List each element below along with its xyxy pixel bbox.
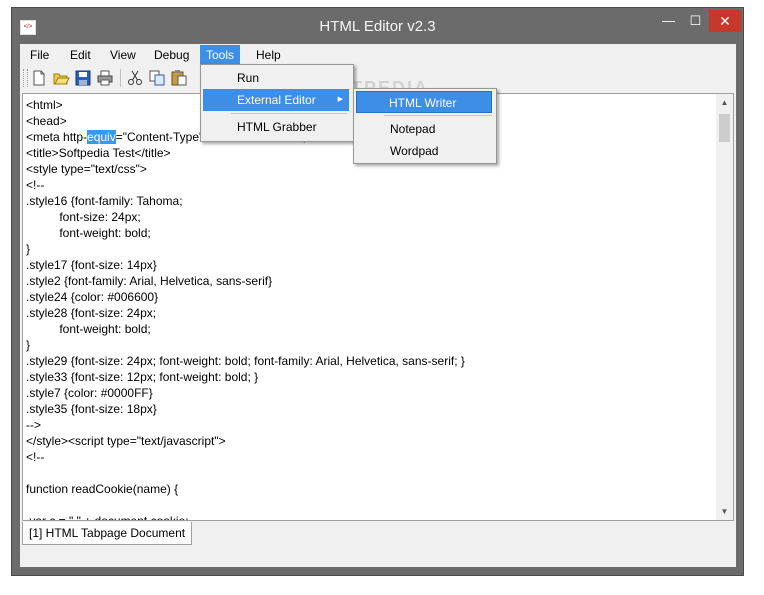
tools-menu: Run External Editor ▶ HTML Grabber xyxy=(200,64,354,142)
menu-item-external-editor[interactable]: External Editor ▶ xyxy=(203,89,349,111)
toolbar-separator xyxy=(120,69,121,87)
menu-item-html-writer[interactable]: HTML Writer xyxy=(356,91,492,113)
menu-item-label: External Editor xyxy=(237,93,316,107)
cut-icon[interactable] xyxy=(126,69,144,87)
code-line: <!-- xyxy=(26,178,45,192)
menu-edit[interactable]: Edit xyxy=(64,47,97,64)
menu-file[interactable]: File xyxy=(24,47,55,64)
code-line: .style16 {font-family: Tahoma; xyxy=(26,194,183,208)
title-bar[interactable]: </> HTML Editor v2.3 — ☐ ✕ xyxy=(12,8,743,44)
code-line: font-weight: bold; xyxy=(26,322,151,336)
code-line: .style33 {font-size: 12px; font-weight: … xyxy=(26,370,259,384)
menu-item-label: Wordpad xyxy=(390,144,439,158)
submenu-arrow-icon: ▶ xyxy=(337,96,343,103)
scroll-down-icon[interactable]: ▼ xyxy=(716,503,733,520)
code-line: .style2 {font-family: Arial, Helvetica, … xyxy=(26,274,273,288)
menu-item-label: Notepad xyxy=(390,122,436,136)
maximize-button[interactable]: ☐ xyxy=(682,10,709,32)
scroll-up-icon[interactable]: ▲ xyxy=(716,94,733,111)
menu-separator xyxy=(384,115,492,116)
menu-item-label: Run xyxy=(237,71,260,85)
code-line: } xyxy=(26,242,31,256)
selected-text: equiv xyxy=(87,130,116,144)
open-folder-icon[interactable] xyxy=(52,69,70,87)
copy-icon[interactable] xyxy=(148,69,166,87)
close-button[interactable]: ✕ xyxy=(709,10,741,32)
menu-bar: File Edit View Debug Tools Help xyxy=(20,44,736,65)
paste-icon[interactable] xyxy=(170,69,188,87)
window-title: HTML Editor v2.3 xyxy=(319,18,436,35)
code-line: --> xyxy=(26,418,41,432)
menu-help[interactable]: Help xyxy=(250,47,287,64)
new-file-icon[interactable] xyxy=(30,69,48,87)
toolbar-grip[interactable] xyxy=(23,69,28,87)
save-icon[interactable] xyxy=(74,69,92,87)
code-line: var c = " " + document.cookie; xyxy=(26,514,189,521)
menu-separator xyxy=(231,113,347,114)
code-line: function readCookie(name) { xyxy=(26,482,179,496)
code-line: .style29 {font-size: 24px; font-weight: … xyxy=(26,354,465,368)
code-line: font-weight: bold; xyxy=(26,226,151,240)
tab-html-tabpage-document[interactable]: [1] HTML Tabpage Document xyxy=(22,522,193,545)
code-line: .style35 {font-size: 18px} xyxy=(26,402,157,416)
external-editor-menu: HTML Writer Notepad Wordpad xyxy=(353,88,497,164)
code-line: <!-- xyxy=(26,450,45,464)
vertical-scrollbar[interactable]: ▲ ▼ xyxy=(716,94,733,520)
code-line: .style24 {color: #006600} xyxy=(26,290,159,304)
menu-tools[interactable]: Tools xyxy=(200,45,241,65)
code-line: } xyxy=(26,338,31,352)
document-tabs: [1] HTML Tabpage Document xyxy=(20,522,736,546)
menu-item-label: HTML Grabber xyxy=(237,120,317,134)
scroll-thumb[interactable] xyxy=(719,114,730,142)
menu-debug[interactable]: Debug xyxy=(148,47,195,64)
code-line: font-size: 24px; xyxy=(26,210,141,224)
code-line: </style><script type="text/javascript"> xyxy=(26,434,226,448)
menu-item-html-grabber[interactable]: HTML Grabber xyxy=(203,116,349,138)
menu-item-label: HTML Writer xyxy=(389,96,457,110)
minimize-button[interactable]: — xyxy=(655,10,682,32)
menu-item-run[interactable]: Run xyxy=(203,67,349,89)
menu-view[interactable]: View xyxy=(104,47,142,64)
code-line: .style7 {color: #0000FF} xyxy=(26,386,153,400)
print-icon[interactable] xyxy=(96,69,114,87)
menu-item-wordpad[interactable]: Wordpad xyxy=(356,140,492,162)
menu-item-notepad[interactable]: Notepad xyxy=(356,118,492,140)
code-line: .style28 {font-size: 24px; xyxy=(26,306,157,320)
code-line: .style17 {font-size: 14px} xyxy=(26,258,157,272)
